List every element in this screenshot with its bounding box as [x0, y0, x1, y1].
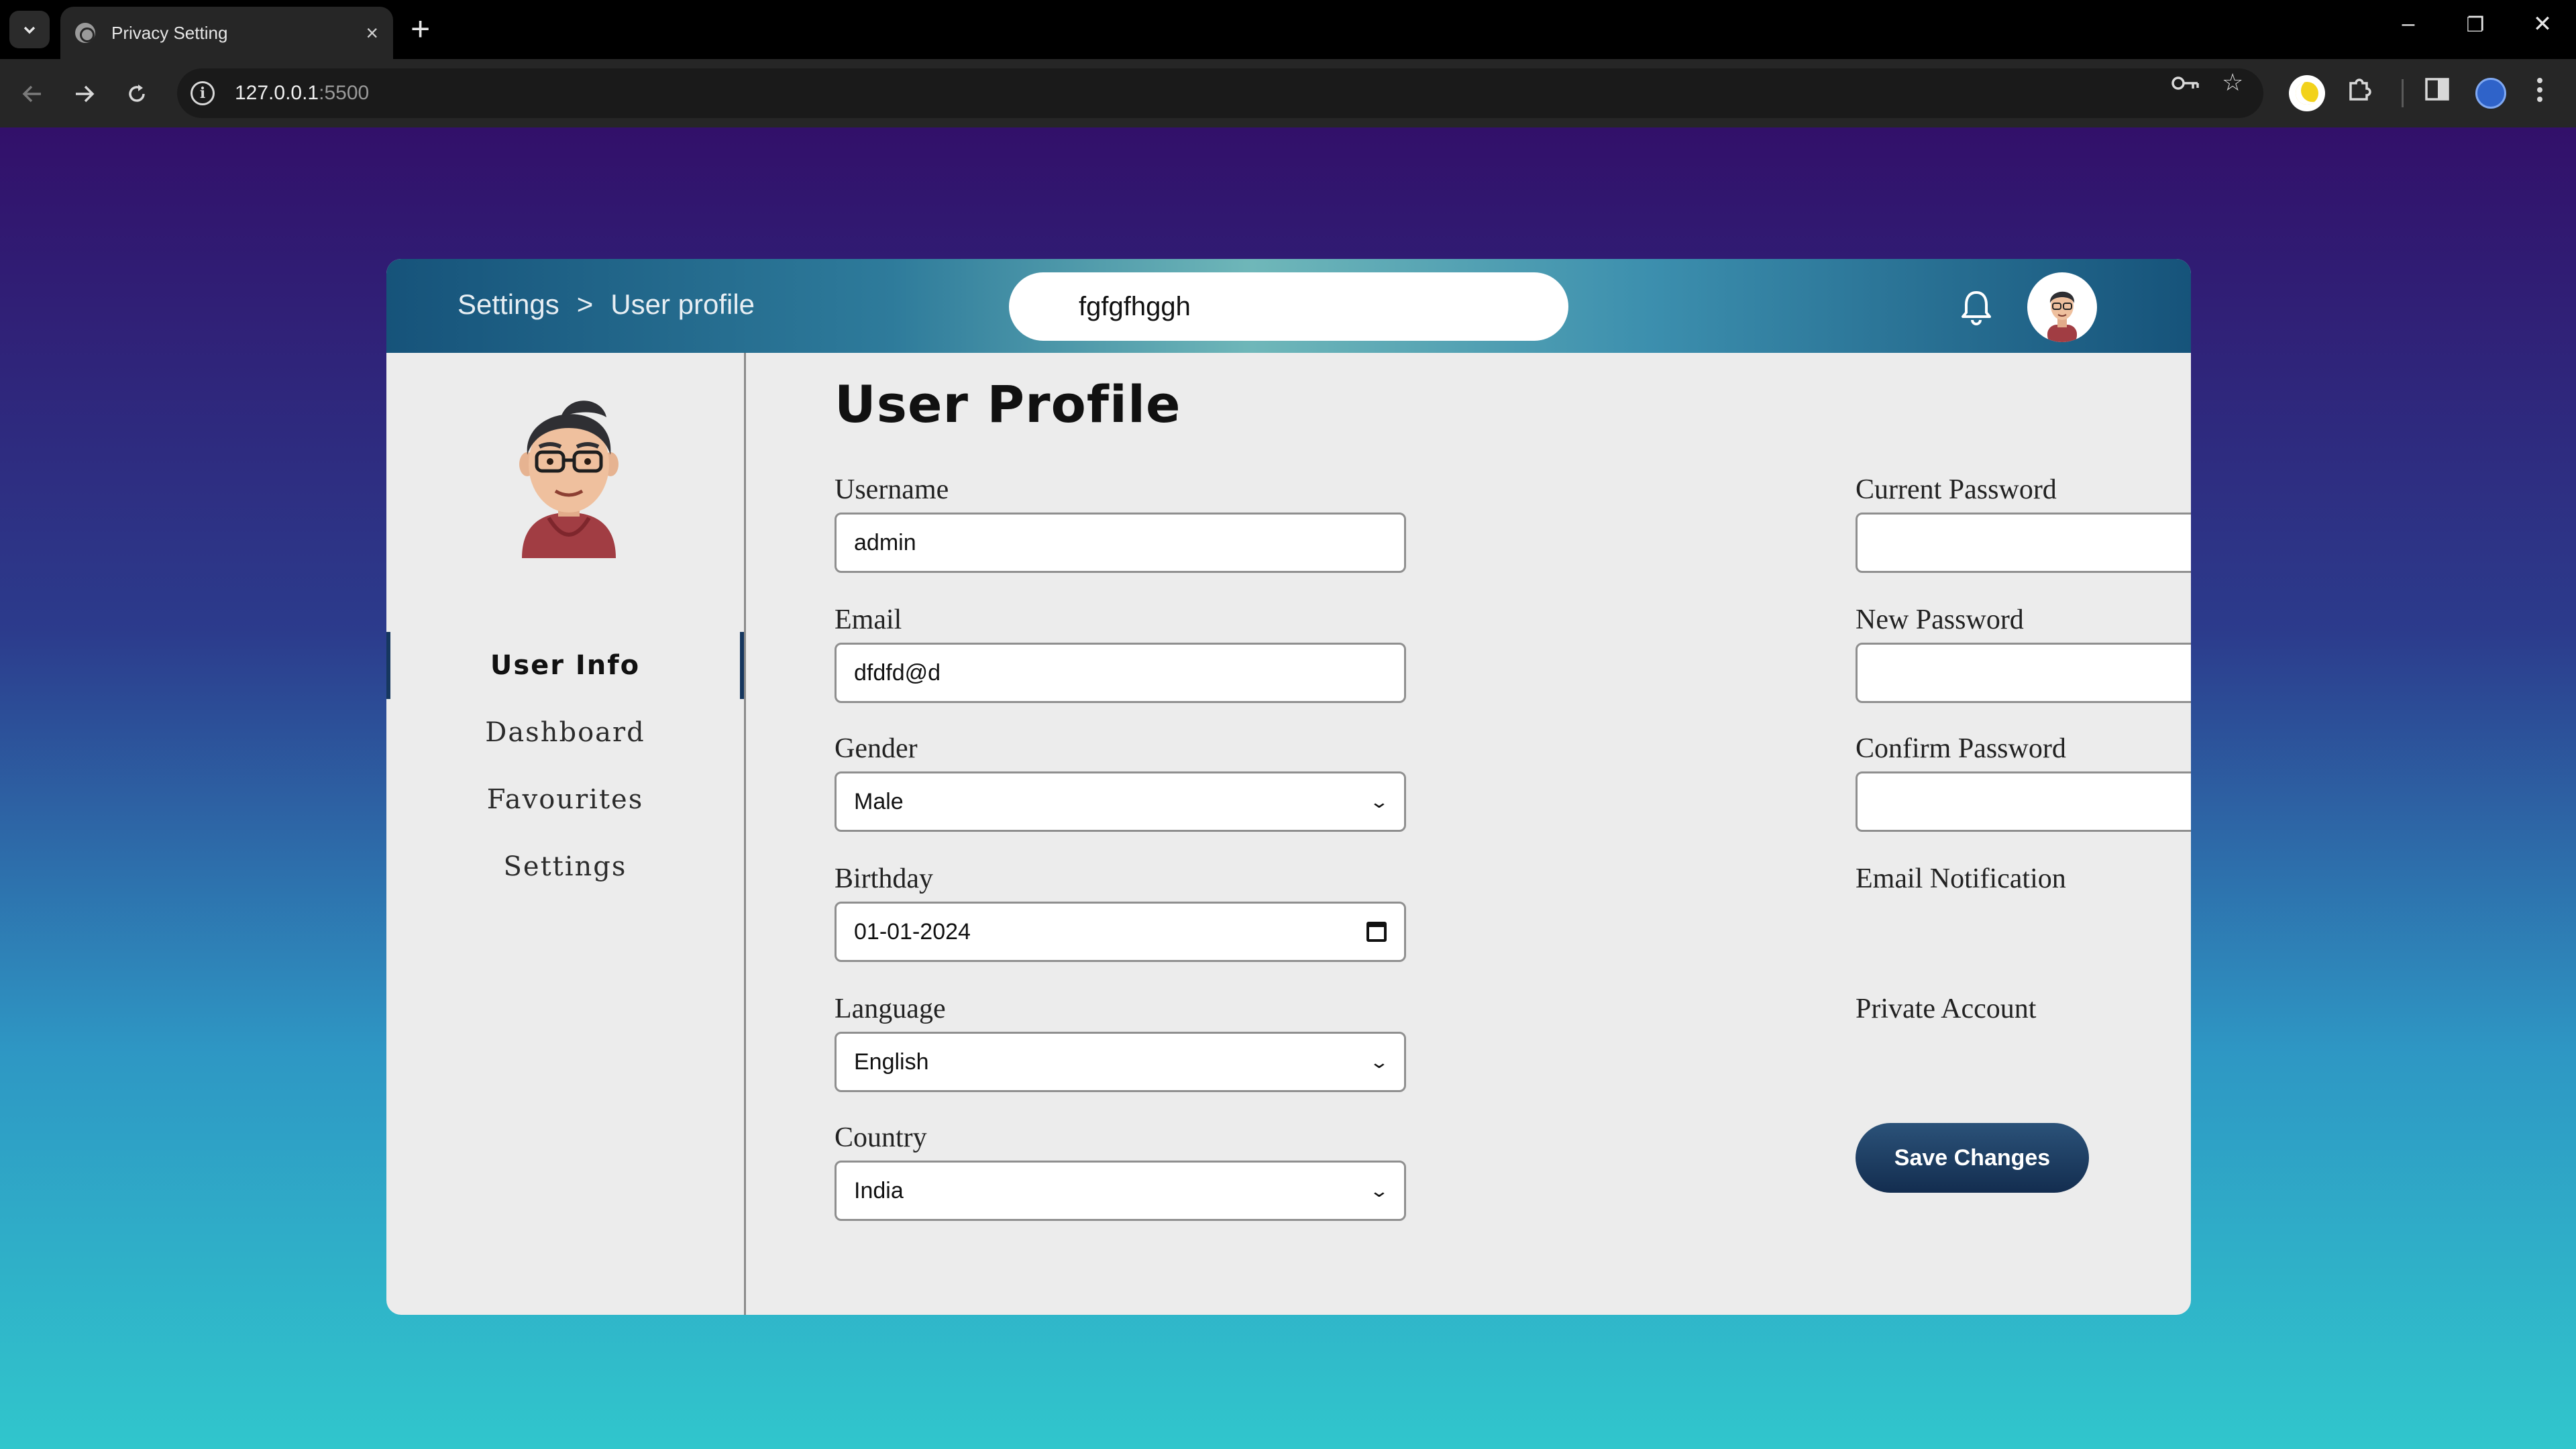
- gender-select[interactable]: Male ⌄: [835, 771, 1406, 832]
- breadcrumb-separator: >: [576, 288, 594, 320]
- page-title: User Profile: [835, 374, 1181, 434]
- confirm-password-label: Confirm Password: [1856, 733, 2066, 764]
- current-password-label: Current Password: [1856, 474, 2057, 505]
- sidebar-item-label: Settings: [503, 851, 627, 882]
- key-icon[interactable]: [2171, 71, 2200, 99]
- calendar-icon[interactable]: [1366, 922, 1387, 942]
- sidebar-item-favourites[interactable]: Favourites: [386, 766, 744, 833]
- side-panel-icon[interactable]: [2424, 76, 2450, 109]
- save-changes-button[interactable]: Save Changes: [1856, 1123, 2089, 1193]
- country-select[interactable]: India ⌄: [835, 1161, 1406, 1221]
- birthday-value: 01-01-2024: [854, 918, 971, 945]
- chevron-down-icon: ⌄: [1368, 1051, 1390, 1072]
- email-value: dfdfd@d: [854, 659, 941, 686]
- username-label: Username: [835, 474, 949, 505]
- toolbar-separator: [2402, 79, 2404, 107]
- gender-value: Male: [854, 788, 904, 814]
- kebab-menu-icon[interactable]: [2534, 75, 2545, 111]
- tab-close-button[interactable]: ×: [366, 22, 378, 44]
- browser-toolbar: i 127.0.0.1 :5500 ☆: [0, 59, 2576, 127]
- header-avatar[interactable]: [2027, 272, 2097, 342]
- globe-favicon-icon: [75, 23, 95, 43]
- avatar-small-icon: [2047, 291, 2077, 342]
- close-window-button[interactable]: ✕: [2522, 11, 2563, 38]
- active-indicator-left: [386, 632, 390, 699]
- sidebar-item-dashboard[interactable]: Dashboard: [386, 699, 744, 766]
- language-label: Language: [835, 994, 946, 1024]
- birthday-label: Birthday: [835, 863, 933, 894]
- email-notification-label: Email Notification: [1856, 863, 2066, 894]
- tab-search-button[interactable]: [9, 11, 50, 48]
- current-password-field[interactable]: [1856, 513, 2191, 573]
- private-account-label: Private Account: [1856, 994, 2037, 1024]
- reload-button[interactable]: [118, 75, 156, 113]
- sidebar-item-label: Dashboard: [485, 717, 645, 748]
- new-password-label: New Password: [1856, 604, 2024, 635]
- forward-button[interactable]: [66, 75, 103, 113]
- restore-button[interactable]: ❐: [2455, 13, 2496, 37]
- sidebar-item-label: User Info: [490, 650, 641, 681]
- forward-icon: [76, 85, 95, 103]
- search-input[interactable]: [1009, 272, 1568, 341]
- back-button[interactable]: [13, 75, 51, 113]
- email-field[interactable]: dfdfd@d: [835, 643, 1406, 703]
- profile-card: Settings > User profile fgfgfhggh User I…: [386, 259, 2191, 1315]
- url-port: :5500: [319, 82, 370, 104]
- confirm-password-field[interactable]: [1856, 771, 2191, 832]
- browser-tabstrip: Privacy Setting × + – ❐ ✕: [0, 0, 2576, 59]
- browser-tab[interactable]: Privacy Setting ×: [60, 7, 393, 59]
- new-tab-button[interactable]: +: [411, 12, 430, 46]
- birthday-date-input[interactable]: 01-01-2024: [835, 902, 1406, 962]
- active-indicator-right: [740, 632, 744, 699]
- profile-globe-icon[interactable]: [2475, 78, 2506, 109]
- username-value: admin: [854, 529, 916, 555]
- sidebar-item-label: Favourites: [486, 784, 644, 815]
- card-header: Settings > User profile: [386, 259, 2191, 353]
- profile-form: User Profile Username admin Email dfdfd@…: [746, 353, 2191, 1315]
- breadcrumb-current: User profile: [610, 288, 755, 320]
- moon-extension-icon[interactable]: [2289, 75, 2325, 111]
- language-select[interactable]: English ⌄: [835, 1032, 1406, 1092]
- puzzle-icon[interactable]: [2345, 74, 2375, 110]
- info-icon[interactable]: i: [191, 81, 215, 105]
- minimize-button[interactable]: –: [2388, 11, 2428, 37]
- reload-icon: [129, 85, 145, 102]
- username-field[interactable]: admin: [835, 513, 1406, 573]
- country-value: India: [854, 1177, 904, 1203]
- address-bar[interactable]: i 127.0.0.1 :5500: [177, 68, 2263, 118]
- gender-label: Gender: [835, 733, 918, 764]
- breadcrumb-root[interactable]: Settings: [458, 288, 559, 321]
- back-icon: [22, 85, 41, 103]
- star-icon[interactable]: ☆: [2222, 68, 2243, 97]
- new-password-field[interactable]: [1856, 643, 2191, 703]
- email-label: Email: [835, 604, 902, 635]
- sidebar-item-user-info[interactable]: User Info: [386, 632, 744, 699]
- chevron-down-icon: ⌄: [1368, 1180, 1390, 1201]
- breadcrumb: Settings > User profile: [458, 288, 755, 321]
- country-label: Country: [835, 1122, 927, 1153]
- url-host: 127.0.0.1: [235, 82, 319, 104]
- tab-title: Privacy Setting: [111, 22, 228, 43]
- page-viewport: Settings > User profile fgfgfhggh User I…: [0, 127, 2576, 1449]
- bell-icon[interactable]: [1956, 287, 1996, 327]
- chevron-down-icon: ⌄: [1368, 791, 1390, 812]
- tab-search-icon: [23, 26, 36, 34]
- sidebar: User Info Dashboard Favourites Settings: [386, 353, 746, 1315]
- language-value: English: [854, 1049, 929, 1075]
- profile-avatar: [519, 400, 619, 558]
- sidebar-item-settings[interactable]: Settings: [386, 833, 744, 900]
